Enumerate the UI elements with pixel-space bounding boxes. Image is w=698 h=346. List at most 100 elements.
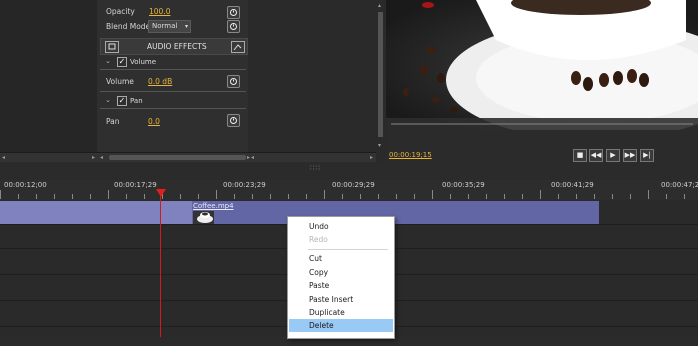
volume-reset-icon[interactable] — [227, 75, 240, 88]
ruler-tick — [630, 194, 631, 199]
ruler-tick — [216, 190, 217, 199]
ruler-tick — [54, 194, 55, 199]
fast-forward-icon[interactable]: ▶▶ — [623, 149, 637, 162]
menu-separator — [308, 249, 388, 250]
volume-value[interactable]: 0.0 dB — [148, 77, 172, 86]
chevron-down-icon: ▾ — [184, 23, 188, 30]
audio-effects-title: AUDIO EFFECTS — [147, 42, 207, 51]
blend-mode-reset-icon[interactable] — [227, 20, 240, 33]
pan-value[interactable]: 0.0 — [148, 117, 160, 126]
ruler-tick — [576, 194, 577, 199]
horizontal-splitter[interactable]: ∷∷ — [0, 162, 698, 180]
ruler-tick — [378, 194, 379, 199]
crop-icon[interactable] — [105, 41, 119, 53]
ruler-tick — [270, 194, 271, 199]
ruler-tick — [18, 194, 19, 199]
menu-item-undo[interactable]: Undo — [289, 220, 393, 233]
menu-item-paste-insert[interactable]: Paste Insert — [289, 293, 393, 306]
grip-icon[interactable]: ∷∷ — [310, 164, 321, 172]
ruler-tick — [0, 190, 1, 199]
clip-thumbnail — [193, 211, 214, 224]
properties-panel-right — [248, 0, 376, 152]
audio-effects-header: AUDIO EFFECTS — [100, 38, 248, 55]
pan-section-label: Pan — [130, 97, 143, 105]
blend-mode-select[interactable]: Normal ▾ — [148, 20, 191, 33]
ruler-tick — [108, 190, 109, 199]
properties-panel: Opacity 100.0 Blend Mode Normal ▾ AUDIO … — [97, 0, 248, 152]
menu-item-duplicate[interactable]: Duplicate — [289, 306, 393, 319]
ruler-tick — [360, 194, 361, 199]
ruler-tick-label: 00:00:23;29 — [223, 181, 266, 189]
scroll-down-icon[interactable]: ▾ — [378, 142, 381, 149]
scroll-up-icon[interactable]: ▴ — [378, 2, 381, 9]
ruler-tick — [522, 194, 523, 199]
ruler-tick — [684, 194, 685, 199]
timeline-ruler[interactable]: 00:00:12;00 00:00:17;29 00:00:23;29 00:0… — [0, 180, 698, 201]
menu-item-paste[interactable]: Paste — [289, 279, 393, 292]
divider — [100, 108, 246, 109]
scrollbar-thumb[interactable] — [109, 155, 246, 160]
ruler-tick — [306, 194, 307, 199]
ruler-tick — [432, 190, 433, 199]
video-clip-selected-region[interactable] — [0, 201, 192, 224]
rewind-icon[interactable]: ◀◀ — [589, 149, 603, 162]
volume-collapse-icon[interactable]: ⌄ — [105, 57, 111, 65]
pan-checkbox[interactable]: ✓ — [117, 96, 127, 106]
stop-icon[interactable]: ■ — [573, 149, 587, 162]
ruler-tick — [342, 194, 343, 199]
coffee-preview-image — [386, 0, 698, 130]
divider — [100, 69, 246, 70]
clip-name[interactable]: Coffee.mp4 — [193, 202, 234, 210]
volume-checkbox[interactable]: ✓ — [117, 57, 127, 67]
pan-collapse-icon[interactable]: ⌄ — [105, 96, 111, 104]
scroll-right-icon[interactable]: ▸ — [370, 154, 373, 161]
ruler-tick — [666, 194, 667, 199]
ruler-tick-label: 00:00:17;29 — [114, 181, 157, 189]
blend-mode-value: Normal — [152, 22, 178, 30]
ruler-tick — [414, 194, 415, 199]
menu-item-cut[interactable]: Cut — [289, 252, 393, 265]
ruler-tick-label: 00:00:47;2 — [661, 181, 698, 189]
ruler-tick-label: 00:00:41;29 — [551, 181, 594, 189]
menu-item-partial[interactable] — [289, 333, 393, 346]
ruler-tick-label: 00:00:35;29 — [442, 181, 485, 189]
ruler-tick — [540, 190, 541, 199]
ruler-tick — [180, 194, 181, 199]
ruler-tick — [558, 194, 559, 199]
current-time[interactable]: 00:00:19;15 — [389, 151, 432, 159]
volume-label: Volume — [106, 77, 134, 86]
ruler-tick — [504, 194, 505, 199]
scroll-left-icon[interactable]: ◂ — [2, 154, 5, 161]
play-icon[interactable]: ▶ — [606, 149, 620, 162]
ruler-tick — [234, 194, 235, 199]
opacity-value[interactable]: 100.0 — [149, 7, 170, 16]
opacity-reset-icon[interactable] — [227, 6, 240, 19]
left-panel — [0, 0, 97, 152]
effects-settings-icon[interactable] — [231, 41, 245, 53]
ruler-tick — [612, 194, 613, 199]
ruler-tick — [198, 194, 199, 199]
menu-item-copy[interactable]: Copy — [289, 266, 393, 279]
context-menu: Undo Redo Cut Copy Paste Paste Insert Du… — [287, 216, 395, 339]
divider — [100, 91, 246, 92]
scroll-right-icon[interactable]: ▸ — [247, 154, 250, 161]
menu-item-delete[interactable]: Delete — [289, 319, 393, 332]
scroll-right-icon[interactable]: ▸ — [92, 154, 95, 161]
playhead-line[interactable] — [160, 195, 161, 337]
ruler-tick — [594, 194, 595, 199]
ruler-tick — [288, 194, 289, 199]
scrollbar-thumb[interactable] — [378, 12, 383, 137]
ruler-tick — [90, 194, 91, 199]
ruler-tick — [468, 194, 469, 199]
ruler-tick — [396, 194, 397, 199]
vertical-splitter[interactable]: ▴ ▾ — [376, 0, 386, 162]
playhead-handle-icon[interactable] — [156, 189, 166, 197]
volume-section-label: Volume — [130, 58, 157, 66]
ruler-tick — [72, 194, 73, 199]
skip-to-end-icon[interactable]: ▶| — [640, 149, 654, 162]
scroll-left-icon[interactable]: ◂ — [100, 154, 103, 161]
menu-item-redo: Redo — [309, 235, 328, 244]
ruler-tick — [126, 194, 127, 199]
scroll-left-icon[interactable]: ◂ — [251, 154, 254, 161]
pan-reset-icon[interactable] — [227, 114, 240, 127]
